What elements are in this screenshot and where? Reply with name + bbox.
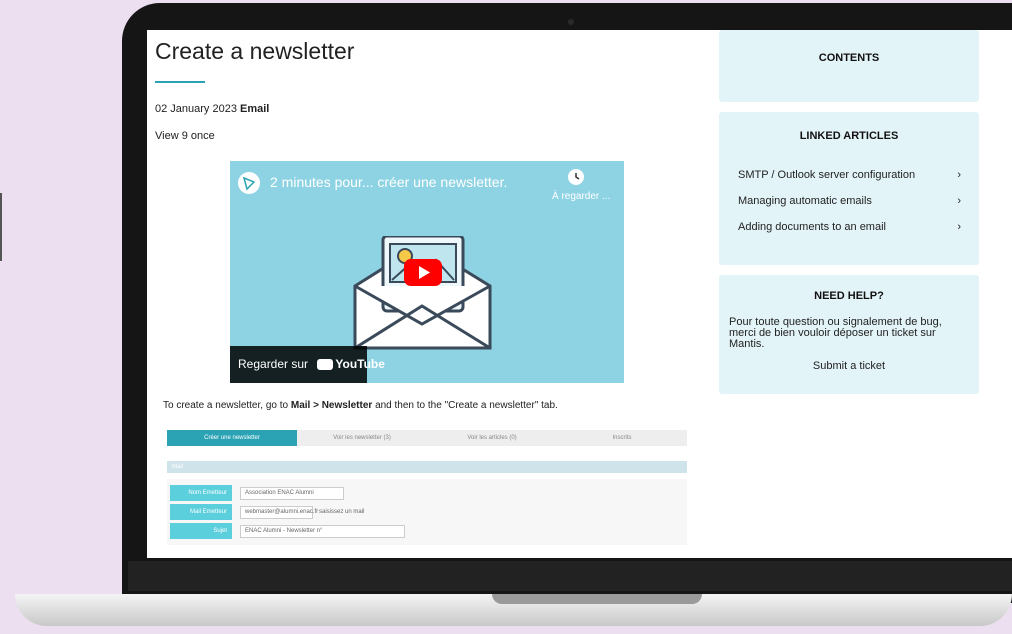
form-row: Sujet ENAC Alumni - Newsletter n° (170, 522, 684, 540)
form-tabs: Créer une newsletter Voir les newsletter… (167, 430, 687, 446)
article-meta: 02 January 2023 Email (155, 103, 700, 115)
form-label: Mail Emetteur (170, 504, 232, 520)
envelope-illustration (353, 236, 492, 350)
field-hint: saisissez un mail (319, 509, 365, 515)
linked-articles-list: SMTP / Outlook server configuration › Ma… (719, 169, 979, 233)
watch-on-label: Regarder sur (238, 357, 309, 371)
article-category[interactable]: Email (240, 103, 269, 115)
form-label: Nom Emetteur (170, 485, 232, 501)
linked-article-label[interactable]: Managing automatic emails (738, 195, 872, 207)
linked-article-label[interactable]: SMTP / Outlook server configuration (738, 169, 915, 181)
tab-view-articles: Voir les articles (0) (467, 435, 517, 441)
linked-article-label[interactable]: Adding documents to an email (738, 221, 886, 233)
need-help-text: Pour toute question ou signalement de bu… (729, 316, 942, 350)
submit-ticket-link[interactable]: Submit a ticket (729, 360, 969, 372)
article-caption: To create a newsletter, go to Mail > New… (163, 400, 558, 411)
sender-name-field: Association ENAC Alumni (240, 486, 344, 500)
chevron-right-icon[interactable]: › (957, 195, 961, 207)
mail-form: Nom Emetteur Association ENAC Alumni Mai… (167, 479, 687, 545)
youtube-logo: YouTube (317, 357, 385, 371)
article-date: 02 January 2023 (155, 103, 237, 115)
linked-articles-title: LINKED ARTICLES (799, 130, 899, 142)
contents-card: CONTENTS (719, 30, 979, 102)
article-main: Create a newsletter 02 January 2023 Emai… (155, 30, 700, 558)
watch-on-youtube-button[interactable]: Regarder sur YouTube (230, 346, 385, 383)
youtube-video-embed[interactable]: 2 minutes pour... créer une newsletter. … (230, 161, 624, 383)
sidebar: CONTENTS LINKED ARTICLES SMTP / Outlook … (719, 30, 979, 394)
decorative-line (0, 193, 2, 261)
page-title: Create a newsletter (155, 38, 355, 64)
chevron-right-icon[interactable]: › (957, 169, 961, 181)
mail-section-header: Mail (167, 461, 687, 473)
play-icon[interactable] (404, 259, 442, 286)
tab-subscribers: Inscrits (612, 435, 632, 441)
need-help-card: NEED HELP? Pour toute question ou signal… (719, 275, 979, 394)
subject-field: ENAC Alumni - Newsletter n° (240, 524, 405, 538)
form-label: Sujet (170, 523, 232, 539)
linked-article-item[interactable]: Managing automatic emails › (719, 195, 979, 207)
title-underline (155, 81, 205, 83)
laptop-screen: Create a newsletter 02 January 2023 Emai… (147, 30, 1012, 558)
tab-view-newsletters: Voir les newsletter (3) (333, 435, 391, 441)
clock-icon[interactable] (568, 169, 584, 185)
linked-article-item[interactable]: SMTP / Outlook server configuration › (719, 169, 979, 181)
contents-title: CONTENTS (818, 52, 880, 64)
form-row: Mail Emetteur webmaster@alumni.enac.fr s… (170, 503, 684, 521)
need-help-title: NEED HELP? (814, 290, 884, 302)
camera-dot (568, 19, 574, 25)
chevron-right-icon[interactable]: › (957, 221, 961, 233)
linked-articles-card: LINKED ARTICLES SMTP / Outlook server co… (719, 112, 979, 265)
view-count: View 9 once (155, 130, 215, 142)
form-row: Nom Emetteur Association ENAC Alumni (170, 484, 684, 502)
form-screenshot: Créer une newsletter Voir les newsletter… (167, 430, 687, 555)
video-title[interactable]: 2 minutes pour... créer une newsletter. (270, 174, 507, 190)
sender-mail-field: webmaster@alumni.enac.fr (240, 505, 318, 519)
laptop-notch (492, 594, 702, 604)
menu-path: Mail > Newsletter (290, 400, 373, 411)
tab-create-newsletter: Créer une newsletter (167, 430, 297, 446)
channel-logo-icon[interactable] (238, 172, 260, 194)
linked-article-item[interactable]: Adding documents to an email › (719, 221, 979, 233)
laptop-chin (128, 561, 1012, 591)
youtube-play-icon (317, 359, 334, 371)
watch-later-label[interactable]: À regarder ... (552, 191, 610, 202)
